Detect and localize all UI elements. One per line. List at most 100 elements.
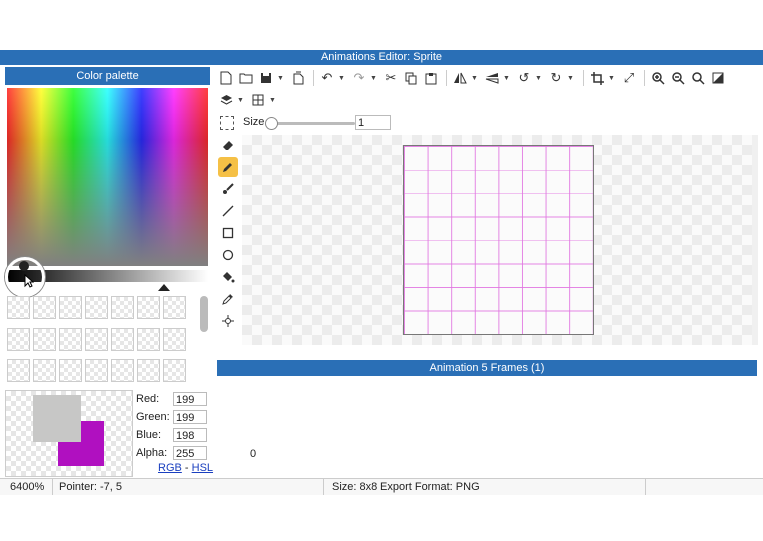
save-dropdown-icon[interactable]: ▼ — [277, 75, 285, 82]
export-icon[interactable] — [289, 69, 307, 87]
color-mode-links: RGB - HSL — [158, 462, 213, 474]
rgb-link[interactable]: RGB — [158, 462, 182, 474]
color-swatch[interactable] — [137, 327, 160, 351]
size-slider-thumb[interactable] — [265, 117, 278, 130]
green-field[interactable]: 199 — [173, 410, 207, 424]
fill-icon[interactable] — [218, 267, 238, 287]
color-swatch[interactable] — [33, 296, 56, 319]
flip-h-dropdown-icon[interactable]: ▼ — [471, 75, 479, 82]
redo-dropdown-icon[interactable]: ▼ — [370, 75, 378, 82]
color-swatch[interactable] — [7, 296, 30, 319]
color-swatch[interactable] — [85, 327, 108, 351]
swatch-scrollbar[interactable] — [200, 296, 208, 332]
eraser-icon[interactable] — [218, 135, 238, 155]
brush-icon[interactable] — [218, 179, 238, 199]
toolbar-separator — [644, 70, 645, 86]
green-label: Green: — [136, 411, 170, 423]
color-swatch[interactable] — [137, 359, 160, 383]
color-swatch[interactable] — [137, 296, 160, 319]
swatch-grid — [7, 296, 197, 388]
color-swatch[interactable] — [111, 327, 134, 351]
color-swatch[interactable] — [33, 327, 56, 351]
contrast-icon[interactable] — [709, 69, 727, 87]
color-swatch[interactable] — [33, 359, 56, 383]
undo-dropdown-icon[interactable]: ▼ — [338, 75, 346, 82]
color-spectrum[interactable] — [7, 88, 208, 266]
crop-dropdown-icon[interactable]: ▼ — [608, 75, 616, 82]
status-bar: 6400% Pointer: -7, 5 Size: 8x8 Export Fo… — [0, 478, 763, 495]
eyedropper-icon[interactable] — [218, 289, 238, 309]
selection-icon[interactable] — [220, 116, 234, 130]
color-swatch[interactable] — [7, 359, 30, 383]
resize-icon[interactable]: ⤢ — [620, 69, 638, 87]
color-swatch[interactable] — [111, 359, 134, 383]
hsl-link[interactable]: HSL — [192, 462, 213, 474]
color-swatch[interactable] — [163, 359, 186, 383]
save-icon[interactable] — [257, 69, 275, 87]
zoom-level: 6400% — [10, 481, 45, 493]
picker-center-dot — [19, 261, 29, 271]
size-input[interactable]: 1 — [355, 115, 391, 130]
paste-icon[interactable] — [422, 69, 440, 87]
undo-icon[interactable]: ↶ — [318, 69, 336, 87]
main-toolbar: ▼ ↶ ▼ ↷ ▼ ✂ ▼ ▼ ↺ ▼ ↻ ▼ ▼ ⤢ — [217, 67, 757, 89]
layers-dropdown-icon[interactable]: ▼ — [237, 97, 245, 104]
redo-icon[interactable]: ↷ — [350, 69, 368, 87]
grid-icon[interactable] — [249, 91, 267, 109]
flip-horizontal-icon[interactable] — [451, 69, 469, 87]
ellipse-icon[interactable] — [218, 245, 238, 265]
primary-color-swatch[interactable] — [33, 395, 81, 442]
zoom-fit-icon[interactable] — [689, 69, 707, 87]
rotate-left-icon[interactable]: ↺ — [515, 69, 533, 87]
mode-separator: - — [181, 462, 192, 474]
color-swatch[interactable] — [59, 327, 82, 351]
zoom-in-icon[interactable] — [649, 69, 667, 87]
tool-palette — [218, 135, 240, 345]
open-folder-icon[interactable] — [237, 69, 255, 87]
new-file-icon[interactable] — [217, 69, 235, 87]
secondary-toolbar: ▼ ▼ — [217, 90, 337, 110]
color-palette-header: Color palette — [5, 67, 210, 85]
image-size: Size: 8x8 — [332, 481, 378, 493]
crop-icon[interactable] — [588, 69, 606, 87]
layers-icon[interactable] — [217, 91, 235, 109]
toolbar-separator — [313, 70, 314, 86]
grid-dropdown-icon[interactable]: ▼ — [269, 97, 277, 104]
line-icon[interactable] — [218, 201, 238, 221]
zoom-out-icon[interactable] — [669, 69, 687, 87]
flip-vertical-icon[interactable] — [483, 69, 501, 87]
frame-number[interactable]: 0 — [250, 448, 256, 460]
rectangle-icon[interactable] — [218, 223, 238, 243]
mouse-cursor-icon — [24, 274, 34, 288]
red-field[interactable]: 199 — [173, 392, 207, 406]
color-swatch[interactable] — [7, 327, 30, 351]
brightness-marker[interactable] — [158, 284, 170, 291]
canvas-scrollbar[interactable] — [752, 135, 758, 345]
color-swatch[interactable] — [163, 327, 186, 351]
rotate-left-dropdown-icon[interactable]: ▼ — [535, 75, 543, 82]
move-icon[interactable] — [218, 311, 238, 331]
color-swatch[interactable] — [59, 359, 82, 383]
color-swatch[interactable] — [85, 296, 108, 319]
color-swatch[interactable] — [163, 296, 186, 319]
red-label: Red: — [136, 393, 160, 405]
color-swatch[interactable] — [59, 296, 82, 319]
alpha-label: Alpha: — [136, 447, 168, 459]
window-title: Animations Editor: Sprite — [0, 50, 763, 65]
color-swatch[interactable] — [111, 296, 134, 319]
cut-icon[interactable]: ✂ — [382, 69, 400, 87]
blue-field[interactable]: 198 — [173, 428, 207, 442]
pointer-position: Pointer: -7, 5 — [59, 481, 122, 493]
size-bar: Size 1 — [217, 113, 757, 133]
pencil-icon[interactable] — [218, 157, 238, 177]
rotate-right-dropdown-icon[interactable]: ▼ — [567, 75, 575, 82]
copy-icon[interactable] — [402, 69, 420, 87]
rotate-right-icon[interactable]: ↻ — [547, 69, 565, 87]
alpha-field[interactable]: 255 — [173, 446, 207, 460]
color-swatch[interactable] — [85, 359, 108, 383]
size-label: Size — [243, 116, 265, 128]
flip-v-dropdown-icon[interactable]: ▼ — [503, 75, 511, 82]
sprite-canvas[interactable] — [403, 145, 594, 335]
animation-header: Animation 5 Frames (1) — [217, 360, 757, 376]
size-slider-track[interactable] — [265, 122, 355, 125]
